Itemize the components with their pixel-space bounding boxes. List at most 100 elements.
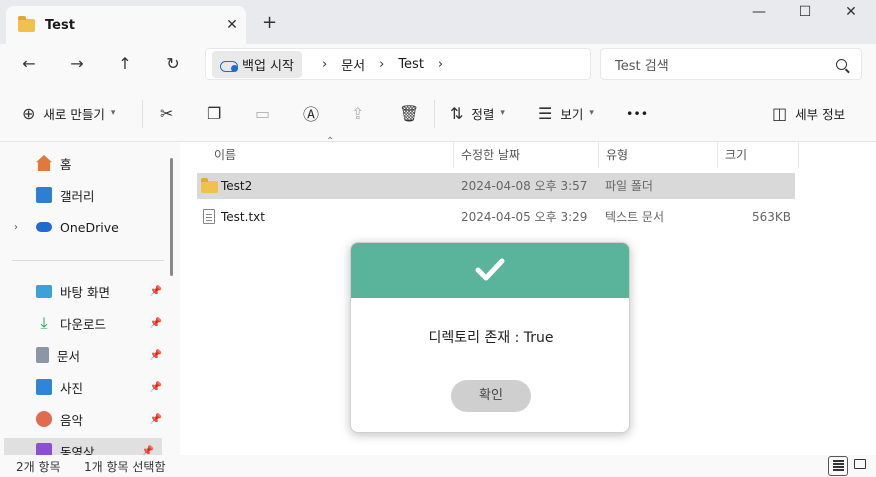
copy-icon: ❐ xyxy=(207,103,222,123)
selection-count: 1개 항목 선택함 xyxy=(84,460,166,474)
maximize-button[interactable]: ☐ xyxy=(782,4,828,20)
checkmark-icon xyxy=(475,258,505,281)
sidebar-item-label: 갤러리 xyxy=(60,188,95,204)
chevron-right-icon[interactable]: › xyxy=(438,57,443,72)
file-type: 파일 폴더 xyxy=(605,179,653,193)
item-count: 2개 항목 xyxy=(16,460,61,474)
tab-close-icon[interactable]: ✕ xyxy=(218,17,246,33)
toolbar-divider xyxy=(142,100,143,128)
chevron-right-icon[interactable]: › xyxy=(379,57,384,72)
cloud-sync-icon xyxy=(220,58,238,72)
minimize-button[interactable]: — xyxy=(736,4,782,20)
home-icon xyxy=(36,155,52,171)
more-icon: ••• xyxy=(626,105,649,121)
tiles-view-button[interactable] xyxy=(850,456,870,476)
search-icon[interactable] xyxy=(836,58,847,70)
file-date: 2024-04-05 오후 3:29 xyxy=(461,210,588,224)
table-row[interactable]: Test2 2024-04-08 오후 3:57 파일 폴더 xyxy=(197,173,795,199)
pin-icon[interactable]: 📌 xyxy=(150,414,162,425)
rename-icon: Ⓐ xyxy=(303,105,320,124)
breadcrumb-test[interactable]: Test xyxy=(398,57,424,72)
confirm-button[interactable]: 확인 xyxy=(451,380,531,412)
column-header-type[interactable]: 유형 xyxy=(600,142,718,168)
chevron-right-icon[interactable]: › xyxy=(14,222,18,233)
delete-button[interactable]: 🗑 xyxy=(399,102,427,124)
close-button[interactable]: ✕ xyxy=(828,4,874,20)
folder-icon xyxy=(18,15,35,32)
sidebar-item-desktop[interactable]: 바탕 화면 📌 xyxy=(0,278,170,304)
cut-button[interactable]: ✂ xyxy=(160,102,181,124)
pin-icon[interactable]: 📌 xyxy=(142,446,154,456)
sort-button[interactable]: ⇅ 정렬 ▾ xyxy=(450,102,505,124)
folder-icon xyxy=(201,178,218,193)
scissors-icon: ✂ xyxy=(160,103,174,123)
copy-button[interactable]: ❐ xyxy=(207,102,229,124)
paste-button[interactable]: ▭ xyxy=(255,102,278,124)
details-pane-icon: ◫ xyxy=(772,103,788,123)
text-file-icon xyxy=(203,209,215,224)
more-options-button[interactable]: ••• xyxy=(626,102,648,124)
details-pane-button[interactable]: ◫ 세부 정보 xyxy=(772,102,845,124)
sidebar-item-documents[interactable]: 문서 📌 xyxy=(0,342,170,368)
column-header-size[interactable]: 크기 xyxy=(719,142,799,168)
trash-icon: 🗑 xyxy=(399,103,420,123)
sidebar-scrollbar[interactable] xyxy=(170,158,173,276)
search-input[interactable]: Test 검색 xyxy=(600,48,862,80)
file-size xyxy=(727,173,791,199)
file-type: 텍스트 문서 xyxy=(605,210,665,224)
new-button[interactable]: ⊕ 새로 만들기 ▾ xyxy=(22,102,115,124)
status-bar: 2개 항목 1개 항목 선택함 xyxy=(0,455,876,477)
onedrive-icon xyxy=(36,222,52,232)
desktop-icon xyxy=(36,284,52,298)
view-button[interactable]: ☰ 보기 ▾ xyxy=(538,102,594,124)
tiles-view-icon xyxy=(854,459,866,469)
music-icon xyxy=(36,411,52,427)
alert-dialog: 디렉토리 존재 : True 확인 xyxy=(350,242,630,433)
sidebar-item-pictures[interactable]: 사진 📌 xyxy=(0,374,170,400)
sidebar-item-downloads[interactable]: ⤓ 다운로드 📌 xyxy=(0,310,170,336)
chevron-right-icon[interactable]: › xyxy=(322,57,327,72)
new-tab-button[interactable]: + xyxy=(262,12,277,33)
pin-icon[interactable]: 📌 xyxy=(150,286,162,297)
rename-button[interactable]: Ⓐ xyxy=(303,102,327,124)
column-header-date[interactable]: 수정한 날짜 xyxy=(455,142,599,168)
pin-icon[interactable]: 📌 xyxy=(150,318,162,329)
documents-icon xyxy=(36,347,49,363)
sort-label: 정렬 xyxy=(471,106,495,122)
details-view-button[interactable] xyxy=(828,456,848,476)
address-bar: ← → ↑ ↻ 백업 시작 › 문서 › Test › Test 검색 xyxy=(0,44,876,84)
sidebar-item-home[interactable]: 홈 xyxy=(0,150,170,176)
sidebar-item-onedrive[interactable]: › OneDrive xyxy=(0,214,170,240)
pin-icon[interactable]: 📌 xyxy=(150,382,162,393)
breadcrumb-documents[interactable]: 문서 xyxy=(341,55,365,74)
breadcrumb[interactable]: 백업 시작 › 문서 › Test › xyxy=(205,48,591,80)
sidebar-item-label: 사진 xyxy=(60,380,84,396)
view-label: 보기 xyxy=(560,106,584,122)
sidebar-item-label: 문서 xyxy=(57,348,81,364)
details-label: 세부 정보 xyxy=(795,106,846,122)
back-button[interactable]: ← xyxy=(14,52,44,76)
breadcrumb-root[interactable]: 백업 시작 xyxy=(212,50,302,78)
refresh-button[interactable]: ↻ xyxy=(158,52,188,76)
tab-test[interactable]: Test ✕ xyxy=(6,6,246,44)
sidebar-item-videos[interactable]: 동영상 📌 xyxy=(4,438,162,455)
search-placeholder: Test 검색 xyxy=(615,58,669,74)
sidebar-item-label: 음악 xyxy=(60,412,84,428)
up-button[interactable]: ↑ xyxy=(110,52,140,76)
pictures-icon xyxy=(36,379,52,395)
sidebar-item-label: 바탕 화면 xyxy=(60,284,110,300)
clipboard-icon: ▭ xyxy=(255,103,271,123)
gallery-icon xyxy=(36,187,52,203)
table-row[interactable]: Test.txt 2024-04-05 오후 3:29 텍스트 문서 563KB xyxy=(197,204,795,230)
sidebar-item-music[interactable]: 음악 📌 xyxy=(0,406,170,432)
sidebar-item-label: 홈 xyxy=(60,156,72,172)
column-header-name[interactable]: 이름 xyxy=(208,142,454,168)
sidebar-item-gallery[interactable]: 갤러리 xyxy=(0,182,170,208)
pin-icon[interactable]: 📌 xyxy=(150,350,162,361)
navigation-pane: 홈 갤러리 › OneDrive 바탕 화면 📌 ⤓ 다운로드 📌 문서 📌 사… xyxy=(0,142,180,455)
forward-button[interactable]: → xyxy=(62,52,92,76)
share-button[interactable]: ⇪ xyxy=(351,102,372,124)
view-lines-icon: ☰ xyxy=(538,103,553,123)
sidebar-item-label: 다운로드 xyxy=(60,316,107,332)
details-view-icon xyxy=(833,460,844,462)
